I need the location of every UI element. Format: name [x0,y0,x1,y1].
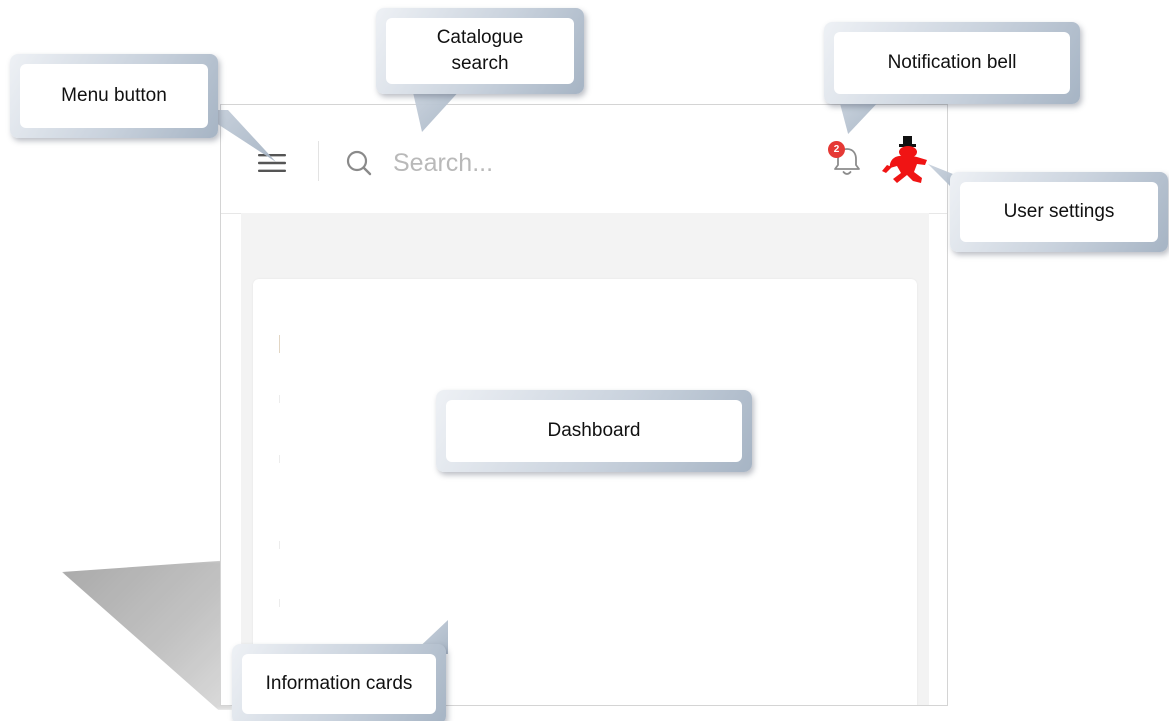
callout-label: Menu button [20,64,208,128]
callout-label: Information cards [242,654,436,714]
card-accent-mark [279,395,280,403]
callout-label: Notification bell [834,32,1070,94]
search-icon [343,147,375,179]
card-accent-mark [279,599,280,607]
toolbar-divider [318,141,319,181]
top-bar: 2 [221,105,947,214]
window-drop-shadow [62,560,232,710]
notification-count-badge: 2 [828,141,845,158]
callout-label: Catalogue search [386,18,574,84]
callout-label: Dashboard [446,400,742,462]
callout-menu-button: Menu button [10,54,218,138]
user-avatar-icon [882,136,927,183]
card-accent-mark [279,455,280,463]
catalogue-search [343,143,703,183]
callout-information-cards: Information cards [232,644,446,721]
callout-catalogue-search: Catalogue search [376,8,584,94]
information-card [253,279,917,705]
callout-label: User settings [960,182,1158,242]
callout-notification-bell: Notification bell [824,22,1080,104]
callout-dashboard: Dashboard [436,390,752,472]
search-input[interactable] [393,148,673,178]
hamburger-icon [258,154,286,172]
user-settings-avatar[interactable] [877,135,933,187]
menu-button[interactable] [255,149,289,177]
notification-bell-button[interactable]: 2 [827,141,867,181]
callout-user-settings: User settings [950,172,1168,252]
card-accent-mark [279,335,280,353]
annotated-screenshot: 2 [0,0,1169,721]
card-accent-mark [279,541,280,549]
